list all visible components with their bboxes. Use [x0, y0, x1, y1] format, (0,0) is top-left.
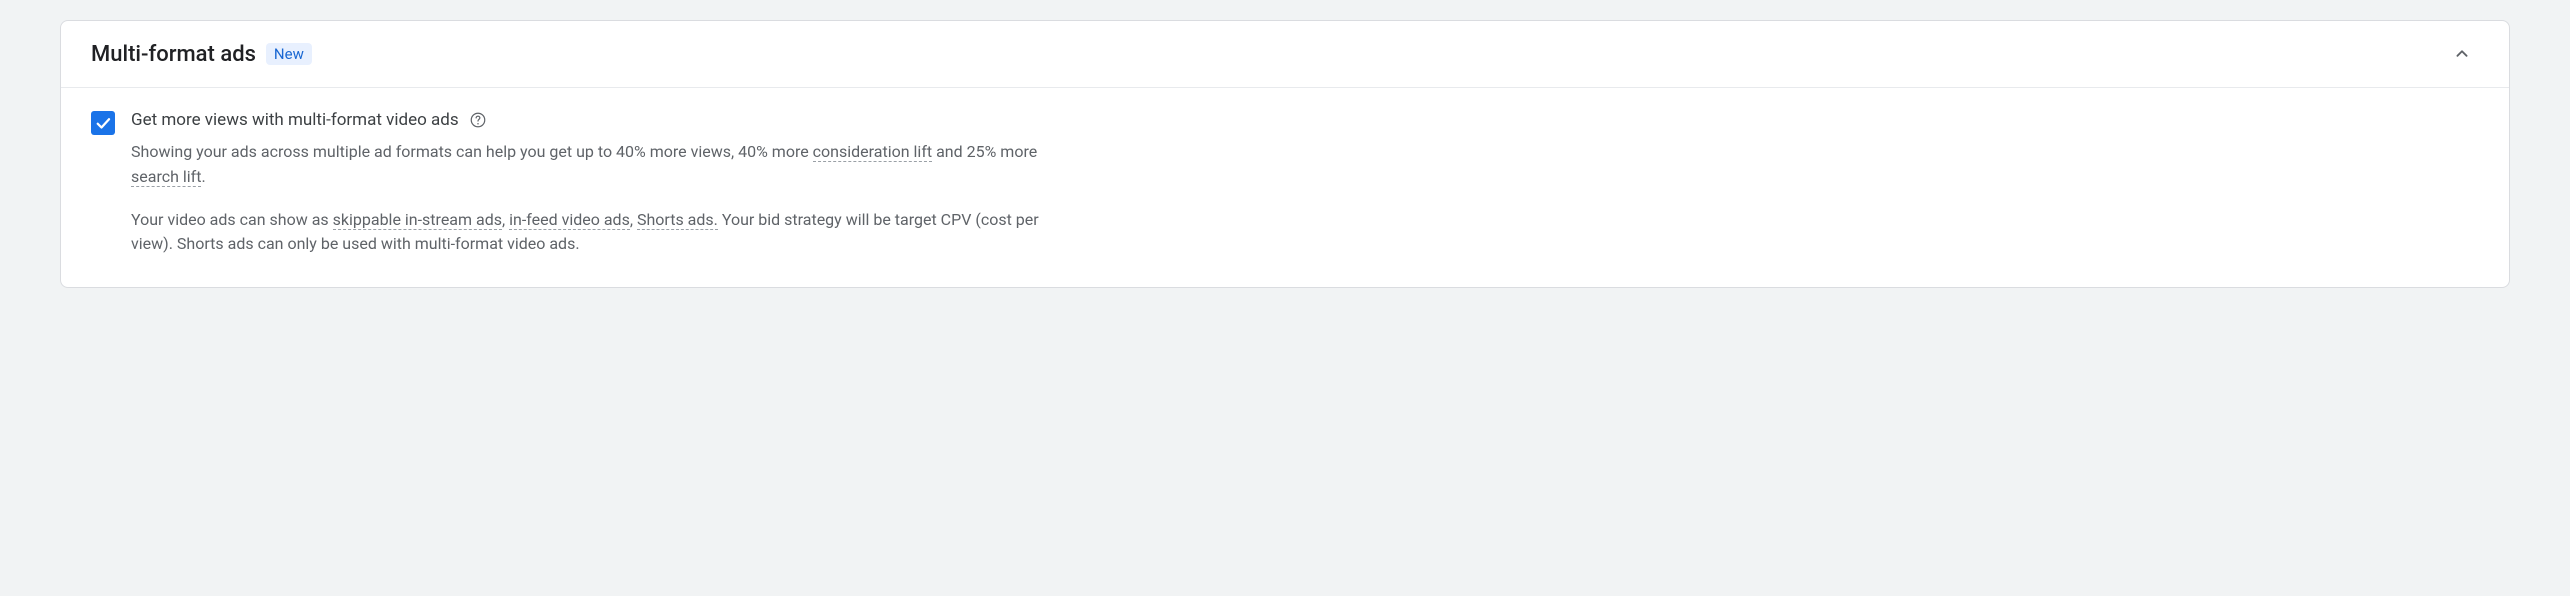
term-shorts-ads[interactable]: Shorts ads.	[637, 210, 718, 230]
term-skippable-instream[interactable]: skippable in-stream ads	[333, 210, 502, 230]
multi-format-checkbox[interactable]	[91, 111, 115, 135]
term-consideration-lift[interactable]: consideration lift	[813, 142, 932, 162]
card-header: Multi-format ads New	[61, 21, 2509, 88]
term-search-lift[interactable]: search lift	[131, 167, 201, 187]
desc2-sep2: ,	[630, 210, 637, 229]
label-line: Get more views with multi-format video a…	[131, 110, 1051, 130]
header-left: Multi-format ads New	[91, 42, 312, 67]
option-row: Get more views with multi-format video a…	[91, 110, 2479, 257]
new-badge: New	[266, 43, 312, 65]
multi-format-ads-card: Multi-format ads New Get more views with…	[60, 20, 2510, 288]
help-button[interactable]	[469, 111, 487, 129]
collapse-toggle[interactable]	[2445, 37, 2479, 71]
chevron-up-icon	[2451, 43, 2473, 65]
desc1-post: .	[201, 167, 205, 186]
desc1-mid: and 25% more	[932, 142, 1037, 161]
desc2-pre: Your video ads can show as	[131, 210, 333, 229]
checkbox-label: Get more views with multi-format video a…	[131, 110, 459, 130]
description-paragraph-2: Your video ads can show as skippable in-…	[131, 208, 1051, 258]
description-paragraph-1: Showing your ads across multiple ad form…	[131, 140, 1051, 190]
check-icon	[94, 114, 112, 132]
desc1-pre: Showing your ads across multiple ad form…	[131, 142, 813, 161]
card-body: Get more views with multi-format video a…	[61, 88, 2509, 287]
help-icon	[469, 111, 487, 129]
term-infeed-video[interactable]: in-feed video ads	[509, 210, 630, 230]
option-content: Get more views with multi-format video a…	[131, 110, 1051, 257]
section-title: Multi-format ads	[91, 42, 256, 67]
